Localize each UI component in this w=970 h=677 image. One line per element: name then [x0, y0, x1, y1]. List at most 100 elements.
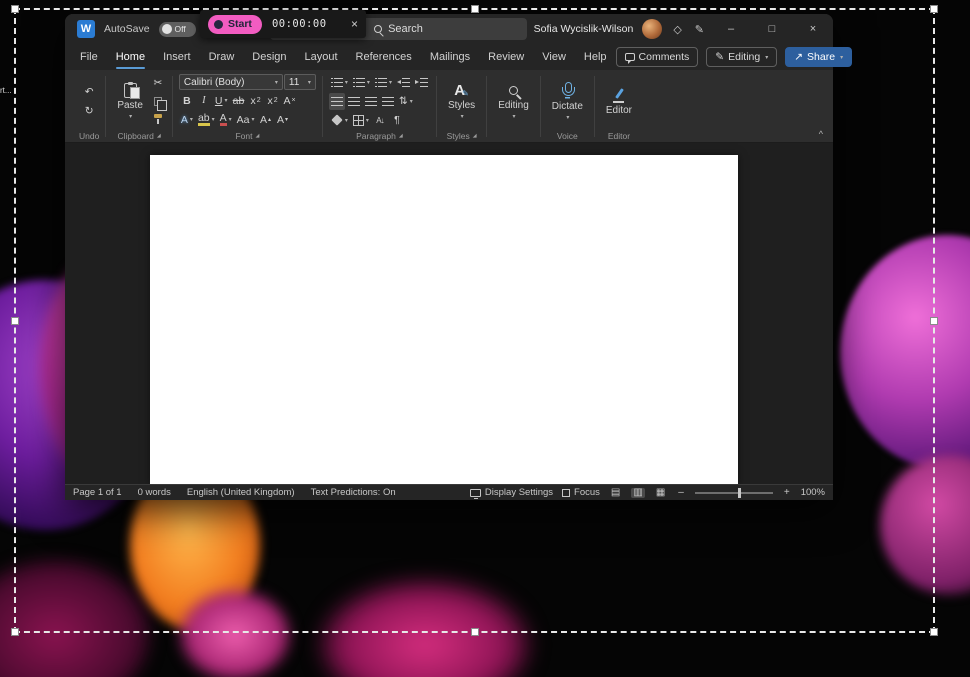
document-page[interactable]: [150, 155, 738, 484]
menu-tab[interactable]: Draw: [200, 44, 244, 70]
autosave-toggle[interactable]: Off: [159, 22, 196, 37]
line-spacing-button[interactable]: ⇅▾: [397, 93, 415, 110]
font-color-button[interactable]: A▾: [218, 111, 234, 128]
zoom-level[interactable]: 100%: [801, 487, 825, 498]
grow-font-button[interactable]: A▴: [258, 111, 274, 128]
shrink-font-icon: A: [277, 114, 284, 126]
read-mode-button[interactable]: ▤: [609, 488, 622, 498]
redo-button[interactable]: ↻: [81, 102, 97, 119]
menu-tab[interactable]: File: [71, 44, 107, 70]
highlight-button[interactable]: ab▾: [196, 111, 217, 128]
zoom-slider-thumb[interactable]: [738, 488, 741, 498]
wallpaper-blob: [880, 455, 970, 595]
zoom-in-button[interactable]: +: [782, 488, 792, 498]
arrow-down-icon: ▾: [285, 116, 288, 123]
marquee-handle-bottom-center[interactable]: [471, 628, 479, 636]
font-size-select[interactable]: 11 ▾: [284, 74, 316, 90]
marquee-handle-top-right[interactable]: [930, 5, 938, 13]
web-layout-button[interactable]: ▦: [654, 488, 667, 498]
marquee-handle-middle-right[interactable]: [930, 317, 938, 325]
editing-button[interactable]: Editing ▾: [493, 74, 534, 128]
menu-tab[interactable]: Design: [243, 44, 295, 70]
menubar-right: Comments ✎ Editing ▾ ↗ Share ▾: [616, 47, 853, 67]
recording-close-button[interactable]: ×: [351, 17, 358, 31]
strikethrough-button[interactable]: ab: [231, 92, 247, 109]
align-center-button[interactable]: [346, 93, 362, 110]
text-effects-button[interactable]: A▾: [179, 111, 195, 128]
share-button[interactable]: ↗ Share ▾: [785, 47, 852, 67]
comments-button[interactable]: Comments: [616, 47, 699, 67]
minimize-button[interactable]: –: [715, 14, 747, 44]
dictate-button[interactable]: Dictate ▾: [547, 74, 588, 128]
clipboard-mini-buttons: ✂: [150, 75, 166, 128]
menu-tab[interactable]: Review: [479, 44, 533, 70]
word-logo-icon[interactable]: W: [77, 20, 95, 38]
show-formatting-button[interactable]: ¶: [389, 112, 405, 129]
menu-tab[interactable]: Layout: [296, 44, 347, 70]
paste-button[interactable]: Paste ▾: [112, 74, 148, 128]
text-predictions[interactable]: Text Predictions: On: [311, 487, 396, 498]
word-count[interactable]: 0 words: [138, 487, 171, 498]
italic-button[interactable]: I: [196, 92, 212, 109]
marquee-handle-middle-left[interactable]: [11, 317, 19, 325]
undo-button[interactable]: ↶: [81, 83, 97, 100]
menu-tab[interactable]: View: [533, 44, 575, 70]
styles-button[interactable]: A✎ Styles ▾: [443, 74, 480, 128]
pen-tool-button[interactable]: ✎: [693, 18, 706, 40]
superscript-button[interactable]: x2: [265, 92, 281, 109]
underline-button[interactable]: U▾: [213, 92, 230, 109]
zoom-out-button[interactable]: –: [676, 488, 686, 498]
print-layout-button[interactable]: ▥: [631, 488, 644, 498]
dialog-launcher-icon[interactable]: ◢: [399, 133, 403, 139]
copy-button[interactable]: [150, 93, 166, 110]
clear-formatting-button[interactable]: A×: [282, 92, 298, 109]
shading-button[interactable]: ▾: [329, 112, 350, 129]
subscript-button[interactable]: x2: [248, 92, 264, 109]
dialog-launcher-icon[interactable]: ◢: [255, 133, 259, 139]
cut-button[interactable]: ✂: [150, 75, 166, 92]
chevron-down-icon: ▾: [461, 113, 464, 120]
chevron-down-icon: ▾: [367, 79, 370, 86]
bold-button[interactable]: B: [179, 92, 195, 109]
marquee-handle-bottom-right[interactable]: [930, 628, 938, 636]
multilevel-list-button[interactable]: ▾: [373, 74, 394, 91]
multilevel-list-icon: [375, 78, 387, 87]
decrease-indent-button[interactable]: [395, 74, 412, 91]
page-indicator[interactable]: Page 1 of 1: [73, 487, 122, 498]
format-painter-button[interactable]: [150, 111, 166, 128]
focus-button[interactable]: Focus: [562, 487, 600, 498]
align-left-button[interactable]: [329, 93, 345, 110]
shrink-font-button[interactable]: A▾: [275, 111, 291, 128]
editing-mode-button[interactable]: ✎ Editing ▾: [706, 47, 777, 67]
start-recording-button[interactable]: Start: [208, 15, 262, 34]
maximize-button[interactable]: □: [756, 14, 788, 44]
close-button[interactable]: ×: [797, 14, 829, 44]
recording-timer: 00:00:00: [272, 18, 327, 30]
menu-tab[interactable]: Home: [107, 44, 154, 70]
sort-button[interactable]: A↓: [372, 112, 388, 129]
presence-button[interactable]: ◇: [671, 18, 683, 40]
numbering-button[interactable]: ▾: [351, 74, 372, 91]
borders-button[interactable]: ▾: [351, 112, 371, 129]
zoom-slider[interactable]: [695, 492, 773, 494]
bullets-button[interactable]: ▾: [329, 74, 350, 91]
align-right-button[interactable]: [363, 93, 379, 110]
menu-tab[interactable]: Mailings: [421, 44, 479, 70]
font-name-select[interactable]: Calibri (Body) ▾: [179, 74, 283, 90]
change-case-button[interactable]: Aa▾: [235, 111, 257, 128]
marquee-handle-bottom-left[interactable]: [11, 628, 19, 636]
avatar[interactable]: [642, 19, 662, 39]
marquee-handle-top-left[interactable]: [11, 5, 19, 13]
display-settings-button[interactable]: Display Settings: [470, 487, 553, 498]
language-indicator[interactable]: English (United Kingdom): [187, 487, 295, 498]
menu-tab[interactable]: References: [347, 44, 421, 70]
dialog-launcher-icon[interactable]: ◢: [473, 133, 477, 139]
justify-button[interactable]: [380, 93, 396, 110]
editor-button[interactable]: Editor: [601, 74, 637, 128]
collapse-ribbon-button[interactable]: ^: [819, 129, 823, 139]
menu-tab[interactable]: Insert: [154, 44, 200, 70]
dialog-launcher-icon[interactable]: ◢: [157, 133, 161, 139]
marquee-handle-top-center[interactable]: [471, 5, 479, 13]
increase-indent-button[interactable]: [413, 74, 430, 91]
menu-tab[interactable]: Help: [575, 44, 616, 70]
